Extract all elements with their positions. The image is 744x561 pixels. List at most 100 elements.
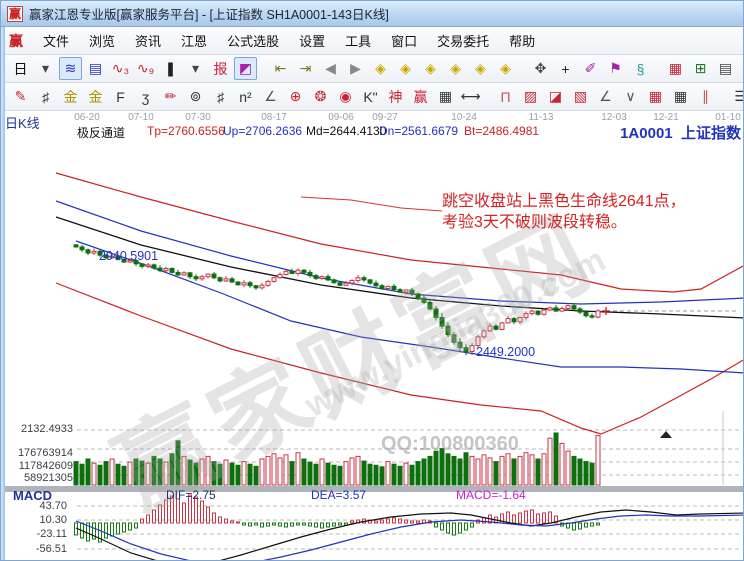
macd-value: MACD=-1.64 [456,488,526,502]
zigzag-icon[interactable]: ∨ [619,85,642,108]
macd-axis-label: -56.51 [9,543,67,555]
spiral-tool-icon[interactable]: ʒ [134,85,157,108]
date-tick: 07-10 [128,112,154,123]
symbol-name: 上证指数 [681,125,741,142]
app-window: 赢 赢家江恩专业版[赢家服务平台] - [上证指数 SH1A0001-143日K… [0,0,744,561]
price-axis-low-label: 2132.4933 [9,423,73,435]
save-icon[interactable]: ◫ [739,57,744,80]
time-grid-icon[interactable]: ▦ [669,85,692,108]
zoom-all-icon[interactable]: ◈ [494,57,517,80]
menu-item-1[interactable]: 浏览 [79,28,125,53]
indicator-name[interactable]: 极反通道 [77,124,125,141]
angle-line-tool-icon[interactable]: ✐ [579,57,602,80]
menu-item-3[interactable]: 江恩 [171,28,217,53]
starburst-tool-icon[interactable]: ❂ [309,85,332,108]
menu-item-8[interactable]: 交易委托 [427,28,499,53]
square-of-nine-icon[interactable]: n² [234,85,257,108]
angle-tool-icon[interactable]: ∠ [259,85,282,108]
channel-dn-value: Dn=2561.6679 [379,124,458,138]
grid-123-icon[interactable]: ▦ [434,85,457,108]
hand-tool-icon[interactable]: ✥ [529,57,552,80]
ma3-icon[interactable]: ∿₃ [109,57,132,80]
analysis-note: 跳空收盘站上黑色生命线2641点， 考验3天不破则波段转稳。 [442,191,686,233]
date-tick: 10-24 [451,112,477,123]
first-bar-icon[interactable]: ⇤ [269,57,292,80]
fan-lines-icon[interactable]: ▨ [519,85,542,108]
smart-analysis-icon[interactable]: § [629,57,652,80]
span-tool-icon[interactable]: ⟷ [459,85,482,108]
date-tick: 08-17 [261,112,287,123]
ma9-icon[interactable]: ∿₉ [134,57,157,80]
chart-area: 赢家财富网 www.yingjia360.com QQ:100800360 06… [1,111,744,561]
volume-axis-label: 176763914 [9,447,73,459]
volume-axis-label: 58921305 [9,472,73,484]
menu-item-6[interactable]: 工具 [335,28,381,53]
menu-item-4[interactable]: 公式选股 [217,28,289,53]
golden-ratio-icon[interactable]: 金 [59,85,82,108]
channel-tp-value: Tp=2760.6556 [147,124,225,138]
ying-tool-icon[interactable]: 赢 [409,85,432,108]
channel-bt-value: Bt=2486.4981 [464,124,539,138]
volume-axis-label: 117842609 [9,460,73,472]
pencil-tool-icon[interactable]: ✎ [9,85,32,108]
shen-tool-icon[interactable]: 神 [384,85,407,108]
k-quote-icon[interactable]: K" [359,85,382,108]
last-bar-icon[interactable]: ⇥ [294,57,317,80]
notebook-icon[interactable]: ▤ [714,57,737,80]
menu-bar: 赢 文件浏览资讯江恩公式选股设置工具窗口交易委托帮助 [1,27,744,55]
window-title: 赢家江恩专业版[赢家服务平台] - [上证指数 SH1A0001-143日K线] [29,4,389,23]
menu-item-7[interactable]: 窗口 [381,28,427,53]
crosshair-tool-icon[interactable]: + [554,57,577,80]
menu-items: 文件浏览资讯江恩公式选股设置工具窗口交易委托帮助 [33,28,545,53]
zoom-in-icon[interactable]: ◈ [444,57,467,80]
calculator-icon[interactable]: ⊞ [689,57,712,80]
zoom-right-icon[interactable]: ◈ [394,57,417,80]
price-grid-icon[interactable]: ▦ [644,85,667,108]
zoom-left-icon[interactable]: ◈ [369,57,392,80]
target-tool-icon[interactable]: ⊕ [284,85,307,108]
macd-axis-label: 43.70 [9,500,67,512]
next-page-icon[interactable]: ▶ [344,57,367,80]
prev-page-icon[interactable]: ◀ [319,57,342,80]
fan-box-icon[interactable]: ◪ [544,85,567,108]
symbol-code: 1A0001 [620,125,673,142]
title-bar[interactable]: 赢 赢家江恩专业版[赢家服务平台] - [上证指数 SH1A0001-143日K… [1,1,744,27]
kline-chart[interactable] [1,111,744,561]
menu-item-2[interactable]: 资讯 [125,28,171,53]
channel-tool-icon[interactable]: Π [494,85,517,108]
label-tool-icon[interactable]: ⚑ [604,57,627,80]
info-panel-icon[interactable]: ▤ [84,57,107,80]
macd-dif-value: DIF=2.75 [166,488,216,502]
trend-angle-icon[interactable]: ∠ [594,85,617,108]
golden-section-icon[interactable]: 金 [84,85,107,108]
color-chart-icon[interactable]: ◩ [234,57,257,80]
ladder-lines-icon[interactable]: ☰ [729,85,744,108]
gann-wheel-icon[interactable]: ⊚ [184,85,207,108]
zoom-out-icon[interactable]: ◈ [469,57,492,80]
analysis-note-line1: 跳空收盘站上黑色生命线2641点， [442,191,686,212]
kline-style-caret-icon[interactable]: ▾ [34,57,57,80]
fan-square-icon[interactable]: ▧ [569,85,592,108]
symbol-label: 1A0001 上证指数 [620,122,741,143]
menu-item-9[interactable]: 帮助 [499,28,545,53]
date-tick: 06-20 [74,112,100,123]
pane-label-kline[interactable]: 日K线 [5,113,40,132]
parallel-lines-icon[interactable]: ∥ [694,85,717,108]
gann-wave-icon[interactable]: ≋ [59,57,82,80]
grid-tool-icon[interactable]: ♯ [209,85,232,108]
menu-item-5[interactable]: 设置 [289,28,335,53]
channel-md-value: Md=2644.4130 [306,124,386,138]
macd-axis-label: -23.11 [9,528,67,540]
kline-style-icon[interactable]: 日 [9,57,32,80]
fib-tool-icon[interactable]: F [109,85,132,108]
candle-tool-icon[interactable]: ❚ [159,57,182,80]
menu-item-0[interactable]: 文件 [33,28,79,53]
candle-tool-caret-icon[interactable]: ▾ [184,57,207,80]
calendar-icon[interactable]: ▦ [664,57,687,80]
zoom-horizontal-icon[interactable]: ◈ [419,57,442,80]
gann-grid-icon[interactable]: ♯ [34,85,57,108]
stock-pick-icon[interactable]: 报 [209,57,232,80]
spiral-square-icon[interactable]: ◉ [334,85,357,108]
brush-tool-icon[interactable]: ✏ [159,85,182,108]
app-logo-icon: 赢 [7,6,23,22]
